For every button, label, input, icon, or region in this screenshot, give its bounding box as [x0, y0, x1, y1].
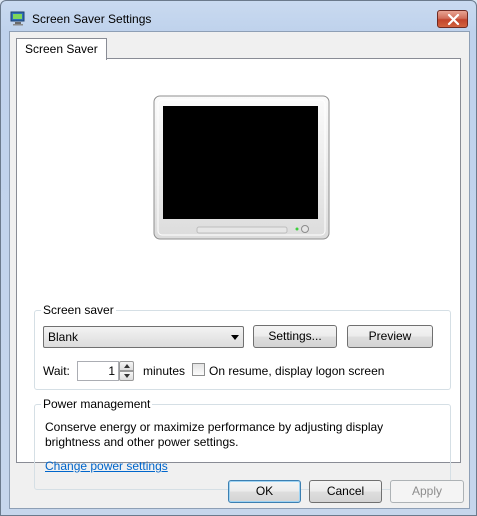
screen-saver-group: Screen saver Blank Settings... Preview W…	[34, 303, 451, 390]
wait-spinner	[119, 361, 134, 381]
preview-screen	[163, 106, 318, 219]
tab-label: Screen Saver	[25, 42, 98, 56]
resume-logon-label[interactable]: On resume, display logon screen	[209, 364, 384, 378]
tab-page: Screen saver Blank Settings... Preview W…	[16, 58, 461, 490]
tab-screen-saver[interactable]: Screen Saver	[16, 38, 107, 60]
change-power-settings-link[interactable]: Change power settings	[45, 459, 168, 473]
screen-saver-settings-icon	[10, 11, 26, 26]
screen-saver-dropdown[interactable]: Blank	[43, 326, 244, 348]
power-management-group-label: Power management	[41, 397, 153, 411]
chevron-up-icon	[124, 364, 130, 368]
window-title: Screen Saver Settings	[32, 12, 152, 26]
preview-button[interactable]: Preview	[347, 325, 433, 348]
spin-up-button[interactable]	[119, 361, 134, 371]
ok-button[interactable]: OK	[228, 480, 301, 503]
close-button[interactable]	[437, 10, 468, 28]
dialog-client-area: Screen Saver Screen saver Blank Settings…	[9, 31, 470, 509]
dialog-window: Screen Saver Settings Screen Saver Scree…	[0, 0, 477, 516]
monitor-preview	[153, 95, 330, 240]
chevron-down-icon	[124, 374, 130, 378]
wait-label: Wait:	[43, 364, 70, 378]
screen-saver-group-label: Screen saver	[41, 303, 116, 317]
settings-button[interactable]: Settings...	[253, 325, 337, 348]
resume-logon-checkbox[interactable]	[192, 363, 205, 376]
chevron-down-icon	[231, 335, 239, 340]
minutes-label: minutes	[143, 364, 186, 378]
close-icon	[447, 14, 460, 25]
power-description: Conserve energy or maximize performance …	[45, 420, 384, 449]
spin-down-button[interactable]	[119, 371, 134, 381]
wait-minutes-input[interactable]: 1	[77, 361, 119, 381]
cancel-button[interactable]: Cancel	[309, 480, 382, 503]
power-management-group: Power management Conserve energy or maxi…	[34, 397, 451, 490]
apply-button[interactable]: Apply	[390, 480, 464, 503]
selected-screen-saver: Blank	[48, 330, 79, 344]
